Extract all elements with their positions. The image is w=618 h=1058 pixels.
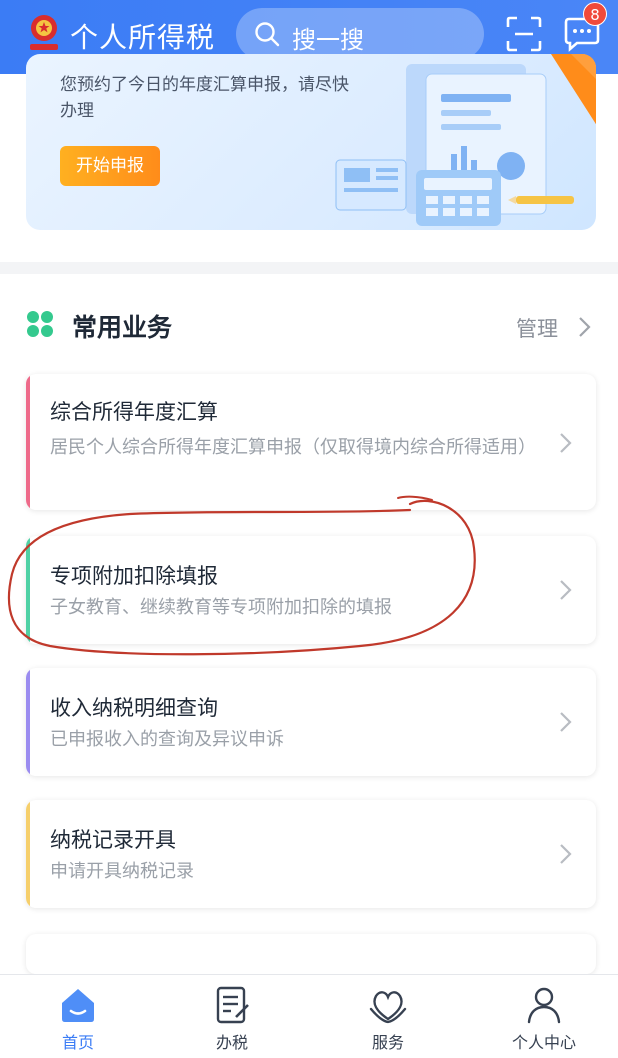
chevron-right-icon (560, 433, 572, 453)
scan-icon[interactable] (506, 16, 542, 52)
corner-ribbon (551, 54, 596, 124)
search-icon (255, 22, 280, 47)
card-accent-bar (26, 536, 30, 644)
service-card-partial[interactable] (26, 934, 596, 974)
bottom-navigation: 首页 办税 服务 个人中心 (0, 974, 618, 1058)
card-description: 居民个人综合所得年度汇算申报（仅取得境内综合所得适用） (50, 437, 536, 458)
nav-tab-service[interactable]: 服务 (328, 975, 448, 1058)
start-declaration-button[interactable]: 开始申报 (60, 146, 160, 186)
card-description: 申请开具纳税记录 (50, 861, 194, 882)
card-accent-bar (26, 800, 30, 908)
card-description: 已申报收入的查询及异议申诉 (50, 729, 284, 750)
service-heart-icon (369, 991, 407, 1024)
search-bar[interactable]: 搜一搜 (236, 8, 484, 60)
app-title: 个人所得税 (70, 21, 216, 54)
service-card-special-deduction[interactable]: 专项附加扣除填报 子女教育、继续教育等专项附加扣除的填报 (26, 536, 596, 644)
chevron-right-icon[interactable] (577, 316, 591, 338)
nav-tab-profile[interactable]: 个人中心 (484, 975, 604, 1058)
nav-label-profile: 个人中心 (511, 1033, 576, 1052)
service-card-income-query[interactable]: 收入纳税明细查询 已申报收入的查询及异议申诉 (26, 668, 596, 776)
chevron-right-icon (560, 580, 572, 600)
nav-label-service: 服务 (371, 1033, 404, 1052)
four-petal-icon (27, 311, 53, 337)
chevron-right-icon (560, 712, 572, 732)
service-card-tax-record[interactable]: 纳税记录开具 申请开具纳税记录 (26, 800, 596, 908)
card-title: 综合所得年度汇算 (50, 400, 218, 424)
reminder-banner[interactable]: 您预约了今日的年度汇算申报，请尽快办理 开始申报 (26, 54, 596, 230)
tax-form-icon (216, 986, 249, 1024)
service-card-annual-settlement[interactable]: 综合所得年度汇算 居民个人综合所得年度汇算申报（仅取得境内综合所得适用） (26, 374, 596, 510)
card-accent-bar (26, 374, 30, 510)
nav-tab-tax[interactable]: 办税 (172, 975, 292, 1058)
nav-tab-home[interactable]: 首页 (18, 975, 138, 1058)
chevron-right-icon (560, 844, 572, 864)
nav-label-tax: 办税 (215, 1033, 248, 1052)
card-title: 纳税记录开具 (50, 828, 176, 852)
card-accent-bar (26, 668, 30, 776)
banner-text: 您预约了今日的年度汇算申报，请尽快办理 (60, 75, 349, 121)
card-title: 收入纳税明细查询 (50, 696, 218, 720)
manage-link[interactable]: 管理 (516, 313, 558, 343)
section-divider (0, 262, 618, 274)
card-title: 专项附加扣除填报 (50, 564, 218, 588)
message-count-badge: 8 (583, 2, 607, 26)
search-placeholder: 搜一搜 (292, 26, 364, 54)
section-title: 常用业务 (72, 313, 173, 342)
nav-label-home: 首页 (61, 1033, 94, 1052)
home-icon (62, 989, 94, 1022)
person-icon (527, 987, 561, 1024)
national-emblem-icon (30, 15, 58, 50)
card-description: 子女教育、继续教育等专项附加扣除的填报 (50, 597, 392, 618)
